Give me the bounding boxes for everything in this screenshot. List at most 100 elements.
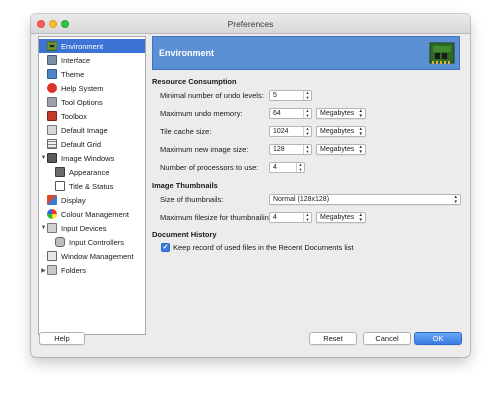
tile-cache-value: 1024 <box>273 128 289 135</box>
max-image-size-label: Maximum new image size: <box>160 145 249 154</box>
input-controllers-icon <box>55 237 65 247</box>
tile-cache-unit: Megabytes <box>320 128 355 135</box>
sidebar-item-theme[interactable]: Theme <box>39 67 145 81</box>
thumbnail-filesize-unit: Megabytes <box>320 214 355 221</box>
keep-record-checkbox[interactable]: ✓ <box>161 243 170 252</box>
sidebar-item-label: Input Controllers <box>69 237 125 247</box>
sidebar-item-colour-management[interactable]: Colour Management <box>39 207 145 221</box>
sidebar-item-label: Toolbox <box>61 111 87 121</box>
sidebar-item-label: Title & Status <box>69 181 114 191</box>
thumbnail-size-value: Normal (128x128) <box>273 196 330 203</box>
default-image-icon <box>47 125 57 135</box>
sidebar-item-label: Help System <box>61 83 104 93</box>
environment-panel: Environment Resource Consumption Minimal… <box>152 36 464 335</box>
sidebar-item-label: Folders <box>61 265 87 275</box>
undo-levels-spinner[interactable]: 5 ▲ ▼ <box>269 90 312 101</box>
environment-chip-icon <box>429 42 455 64</box>
max-image-size-unit-select[interactable]: Megabytes ▲ ▼ <box>316 144 366 155</box>
folders-icon <box>47 265 57 275</box>
expand-toggle-icon[interactable]: ▶ <box>40 267 47 274</box>
undo-levels-value: 5 <box>273 92 277 99</box>
sidebar-item-window-management[interactable]: Window Management <box>39 249 145 263</box>
sidebar-item-label: Input Devices <box>61 223 107 233</box>
default-grid-icon <box>47 139 57 149</box>
reset-button[interactable]: Reset <box>309 332 357 345</box>
thumbnail-filesize-spinner[interactable]: 4 ▲ ▼ <box>269 212 312 223</box>
sidebar-item-title-status[interactable]: Title & Status <box>39 179 145 193</box>
preferences-window: Preferences Environment Interface Theme … <box>31 14 470 357</box>
sidebar-item-environment[interactable]: Environment <box>39 39 145 53</box>
title-status-icon <box>55 181 65 191</box>
max-image-size-spinner[interactable]: 128 ▲ ▼ <box>269 144 312 155</box>
window-title: Preferences <box>227 19 274 29</box>
sidebar-item-input-devices[interactable]: ▼ Input Devices <box>39 221 145 235</box>
image-thumbnails-heading: Image Thumbnails <box>152 181 218 190</box>
sidebar-item-input-controllers[interactable]: Input Controllers <box>39 235 145 249</box>
sidebar-item-image-windows[interactable]: ▼ Image Windows <box>39 151 145 165</box>
sidebar-item-appearance[interactable]: Appearance <box>39 165 145 179</box>
sidebar-item-default-image[interactable]: Default Image <box>39 123 145 137</box>
stepper-arrows-icon[interactable]: ▲ ▼ <box>303 108 311 118</box>
environment-chip-icon <box>47 41 57 51</box>
title-bar: Preferences <box>31 14 470 34</box>
processors-value: 4 <box>273 164 277 171</box>
sidebar-item-interface[interactable]: Interface <box>39 53 145 67</box>
tile-cache-label: Tile cache size: <box>160 127 212 136</box>
thumbnail-size-select[interactable]: Normal (128x128) ▲ ▼ <box>269 194 461 205</box>
thumbnail-filesize-unit-select[interactable]: Megabytes ▲ ▼ <box>316 212 366 223</box>
stepper-arrows-icon[interactable]: ▲ ▼ <box>303 90 311 100</box>
sidebar-item-label: Image Windows <box>61 153 115 163</box>
sidebar-item-help-system[interactable]: Help System <box>39 81 145 95</box>
preferences-sidebar: Environment Interface Theme Help System … <box>38 36 146 335</box>
processors-spinner[interactable]: 4 ▲ ▼ <box>269 162 305 173</box>
select-arrows-icon: ▲ ▼ <box>453 194 458 204</box>
thumbnail-filesize-label: Maximum filesize for thumbnailing: <box>160 213 276 222</box>
select-arrows-icon: ▲ ▼ <box>358 144 363 154</box>
sidebar-item-label: Display <box>61 195 86 205</box>
max-image-size-value: 128 <box>273 146 285 153</box>
select-arrows-icon: ▲ ▼ <box>358 108 363 118</box>
theme-icon <box>47 69 57 79</box>
sidebar-item-label: Window Management <box>61 251 134 261</box>
max-image-size-unit: Megabytes <box>320 146 355 153</box>
undo-memory-unit: Megabytes <box>320 110 355 117</box>
sidebar-item-label: Environment <box>61 41 104 51</box>
expand-toggle-icon[interactable]: ▼ <box>40 155 47 161</box>
sidebar-item-toolbox[interactable]: Toolbox <box>39 109 145 123</box>
window-management-icon <box>47 251 57 261</box>
undo-memory-unit-select[interactable]: Megabytes ▲ ▼ <box>316 108 366 119</box>
stepper-arrows-icon[interactable]: ▲ ▼ <box>303 144 311 154</box>
expand-toggle-icon[interactable]: ▼ <box>40 225 47 231</box>
keep-record-label[interactable]: Keep record of used files in the Recent … <box>173 243 354 252</box>
tile-cache-spinner[interactable]: 1024 ▲ ▼ <box>269 126 312 137</box>
undo-memory-label: Maximum undo memory: <box>160 109 243 118</box>
colour-management-icon <box>47 209 57 219</box>
interface-icon <box>47 55 57 65</box>
undo-memory-spinner[interactable]: 64 ▲ ▼ <box>269 108 312 119</box>
stepper-arrows-icon[interactable]: ▲ ▼ <box>296 162 304 172</box>
sidebar-item-label: Default Grid <box>61 139 102 149</box>
ok-button[interactable]: OK <box>414 332 462 345</box>
appearance-icon <box>55 167 65 177</box>
select-arrows-icon: ▲ ▼ <box>358 126 363 136</box>
sidebar-item-label: Interface <box>61 55 91 65</box>
sidebar-item-display[interactable]: Display <box>39 193 145 207</box>
stepper-arrows-icon[interactable]: ▲ ▼ <box>303 126 311 136</box>
undo-levels-label: Minimal number of undo levels: <box>160 91 264 100</box>
resource-consumption-heading: Resource Consumption <box>152 77 237 86</box>
sidebar-item-default-grid[interactable]: Default Grid <box>39 137 145 151</box>
thumbnail-filesize-value: 4 <box>273 214 277 221</box>
tile-cache-unit-select[interactable]: Megabytes ▲ ▼ <box>316 126 366 137</box>
panel-header: Environment <box>152 36 460 70</box>
select-arrows-icon: ▲ ▼ <box>358 212 363 222</box>
tool-options-icon <box>47 97 57 107</box>
sidebar-item-label: Colour Management <box>61 209 129 219</box>
stepper-arrows-icon[interactable]: ▲ ▼ <box>303 212 311 222</box>
toolbox-icon <box>47 111 57 121</box>
sidebar-item-folders[interactable]: ▶ Folders <box>39 263 145 277</box>
cancel-button[interactable]: Cancel <box>363 332 411 345</box>
sidebar-item-label: Default Image <box>61 125 108 135</box>
sidebar-item-tool-options[interactable]: Tool Options <box>39 95 145 109</box>
document-history-heading: Document History <box>152 230 217 239</box>
help-button[interactable]: Help <box>39 332 85 345</box>
